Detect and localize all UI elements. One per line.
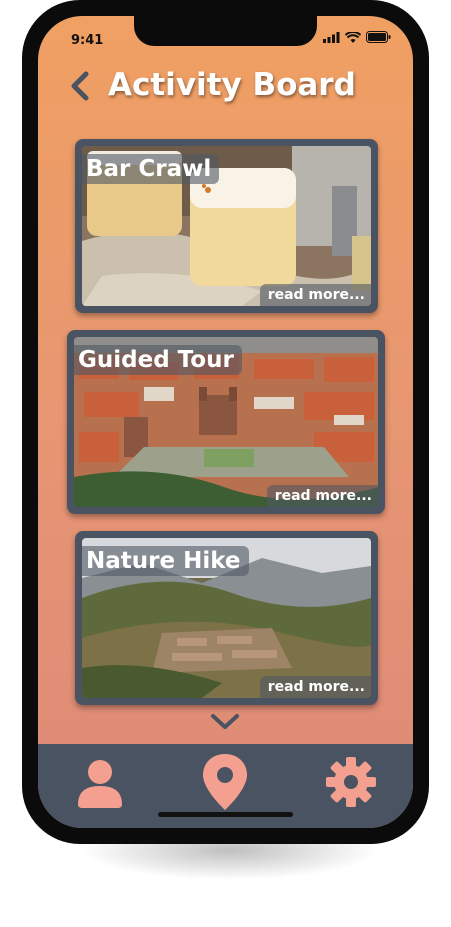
status-icons	[323, 31, 391, 43]
notch	[134, 16, 317, 46]
user-icon[interactable]	[70, 752, 130, 812]
signal-icon	[323, 31, 340, 43]
read-more-link[interactable]: read more...	[259, 284, 371, 306]
activity-card-bar-crawl[interactable]: Bar Crawl read more...	[75, 139, 378, 313]
activity-title: Nature Hike	[82, 546, 249, 576]
app-screen: 9:41 Activity Board Bar Crawl read more.…	[38, 16, 413, 828]
phone-frame: 9:41 Activity Board Bar Crawl read more.…	[22, 0, 429, 844]
home-indicator[interactable]	[158, 812, 293, 817]
chevron-down-icon[interactable]	[208, 709, 242, 733]
read-more-link[interactable]: read more...	[259, 676, 371, 698]
wifi-icon	[345, 31, 361, 43]
read-more-link[interactable]: read more...	[266, 485, 378, 507]
activity-card-nature-hike[interactable]: Nature Hike read more...	[75, 531, 378, 705]
guided-tour-image: Guided Tour read more...	[74, 337, 378, 507]
battery-icon	[366, 31, 391, 43]
status-time: 9:41	[71, 33, 104, 48]
page-title: Activity Board	[108, 67, 356, 103]
gear-icon[interactable]	[321, 752, 381, 812]
activity-card-guided-tour[interactable]: Guided Tour read more...	[67, 330, 385, 514]
nature-hike-image: Nature Hike read more...	[82, 538, 371, 698]
activity-title: Guided Tour	[74, 345, 242, 375]
header: Activity Board	[38, 62, 413, 120]
activity-title: Bar Crawl	[82, 154, 220, 184]
bar-crawl-image: Bar Crawl read more...	[82, 146, 371, 306]
back-icon[interactable]	[62, 66, 102, 106]
location-pin-icon[interactable]	[195, 752, 255, 812]
